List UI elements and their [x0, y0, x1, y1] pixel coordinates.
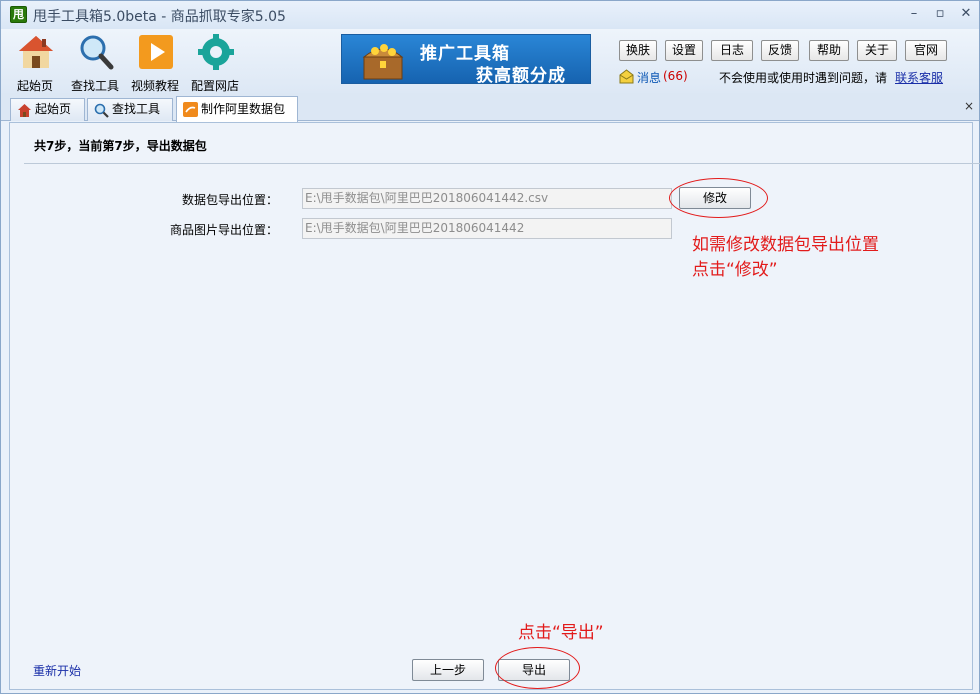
help-text: 不会使用或使用时遇到问题，请 — [719, 71, 888, 85]
magnifier-icon — [94, 103, 109, 118]
image-export-path-input[interactable]: E:\甩手数据包\阿里巴巴201806041442 — [302, 218, 672, 239]
tool-find-label: 查找工具 — [70, 79, 119, 93]
close-button[interactable]: ✕ — [955, 5, 977, 23]
app-window: 甩 甩手工具箱5.0beta - 商品抓取专家5.05 – ▫ ✕ 起始页 查找… — [0, 0, 980, 694]
tab-home[interactable]: 起始页 — [10, 98, 85, 121]
app-logo-icon: 甩 — [10, 6, 27, 23]
contact-service-link[interactable]: 联系客服 — [895, 69, 943, 86]
skin-button[interactable]: 换肤 — [619, 40, 657, 61]
toolbar: 起始页 查找工具 视频教程 配置网店 推广工具箱 获高额分成 换肤 设置 日志 … — [1, 29, 979, 93]
tab-find-tools-label: 查找工具 — [112, 102, 161, 116]
home-icon — [18, 104, 31, 117]
envelope-icon — [619, 69, 634, 84]
annotation-ellipse-export — [495, 647, 580, 689]
tab-home-label: 起始页 — [35, 102, 72, 116]
messages-label: 消息 — [637, 71, 662, 85]
annotation-export: 点击“导出” — [518, 623, 604, 643]
home-icon — [19, 36, 53, 68]
ali-icon — [183, 102, 198, 117]
step-title: 共7步，当前第7步，导出数据包 — [34, 139, 207, 153]
title-bar: 甩 甩手工具箱5.0beta - 商品抓取专家5.05 – ▫ ✕ — [1, 1, 979, 29]
help-button[interactable]: 帮助 — [809, 40, 849, 61]
settings-button[interactable]: 设置 — [665, 40, 703, 61]
tab-make-ali-package-label: 制作阿里数据包 — [201, 102, 286, 116]
annotation-modify-line2: 点击“修改” — [692, 260, 778, 280]
feedback-button[interactable]: 反馈 — [761, 40, 799, 61]
treasure-chest-icon — [362, 44, 404, 80]
csv-export-path-input[interactable]: E:\甩手数据包\阿里巴巴201806041442.csv — [302, 188, 672, 209]
website-button[interactable]: 官网 — [905, 40, 947, 61]
tool-config[interactable]: 配置网店 — [187, 33, 243, 93]
previous-step-button[interactable]: 上一步 — [412, 659, 484, 681]
main-panel: 共7步，当前第7步，导出数据包 数据包导出位置： E:\甩手数据包\阿里巴巴20… — [9, 122, 980, 690]
promo-banner[interactable]: 推广工具箱 获高额分成 — [341, 34, 591, 84]
tool-video[interactable]: 视频教程 — [127, 33, 183, 93]
play-icon — [139, 35, 173, 69]
tab-make-ali-package[interactable]: 制作阿里数据包 — [176, 96, 298, 122]
image-export-path-label: 商品图片导出位置： — [169, 223, 278, 237]
csv-export-path-label: 数据包导出位置： — [181, 193, 278, 207]
tool-home[interactable]: 起始页 — [7, 33, 63, 93]
window-title: 甩手工具箱5.0beta - 商品抓取专家5.05 — [33, 9, 286, 25]
divider — [24, 163, 980, 164]
messages-count: (66) — [663, 69, 688, 83]
maximize-button[interactable]: ▫ — [929, 5, 951, 23]
minimize-button[interactable]: – — [903, 5, 925, 23]
magnifier-icon — [80, 35, 114, 70]
log-button[interactable]: 日志 — [711, 40, 753, 61]
annotation-modify-line1: 如需修改数据包导出位置 — [692, 235, 879, 255]
tool-find[interactable]: 查找工具 — [67, 33, 123, 93]
banner-line2: 获高额分成 — [476, 66, 566, 84]
tool-config-label: 配置网店 — [190, 79, 239, 93]
tab-close-icon[interactable]: × — [964, 99, 974, 113]
annotation-ellipse-modify — [669, 178, 768, 218]
gear-icon — [198, 34, 234, 70]
restart-link[interactable]: 重新开始 — [33, 662, 81, 679]
tool-video-label: 视频教程 — [130, 79, 179, 93]
about-button[interactable]: 关于 — [857, 40, 897, 61]
tool-home-label: 起始页 — [16, 79, 53, 93]
tab-strip: 起始页 查找工具 制作阿里数据包 — [1, 93, 979, 122]
tab-find-tools[interactable]: 查找工具 — [87, 98, 173, 121]
